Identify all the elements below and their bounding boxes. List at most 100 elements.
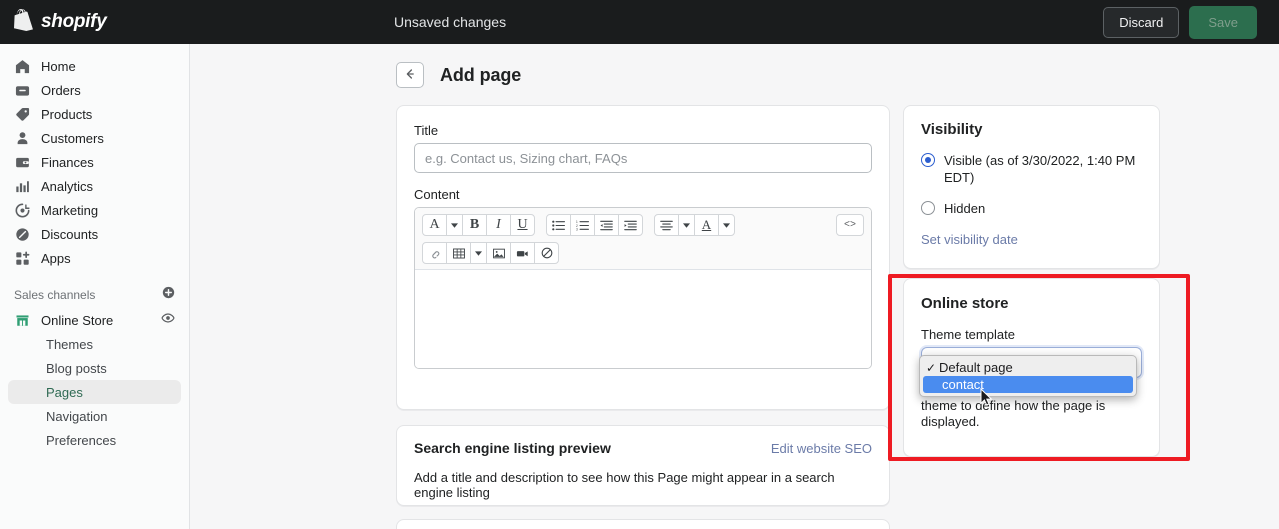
- visibility-card-title: Visibility: [921, 121, 983, 138]
- content-field-label: Content: [414, 187, 460, 202]
- sidebar-label: Analytics: [41, 178, 94, 194]
- list-group: 123: [546, 214, 643, 236]
- sidebar-item-online-store[interactable]: Online Store: [8, 308, 181, 332]
- sidebar-label: Orders: [41, 82, 81, 98]
- sidebar-item-pages[interactable]: Pages: [8, 380, 181, 404]
- radio-hidden[interactable]: [921, 201, 935, 215]
- sidebar-label: Finances: [41, 154, 94, 170]
- clear-formatting-button[interactable]: [534, 242, 559, 264]
- sidebar-item-customers[interactable]: Customers: [8, 126, 181, 150]
- insert-table-button[interactable]: [446, 242, 471, 264]
- radio-hidden-label: Hidden: [944, 201, 986, 216]
- insert-group: [422, 242, 559, 264]
- shopify-logo[interactable]: shopify: [14, 8, 174, 36]
- orders-icon: [14, 82, 31, 99]
- sidebar-item-navigation[interactable]: Navigation: [8, 404, 181, 428]
- align-color-group: A: [654, 214, 735, 236]
- numbered-list-button[interactable]: 123: [570, 214, 595, 236]
- seo-description: Add a title and description to see how t…: [414, 470, 835, 500]
- dropdown-option-contact[interactable]: contact: [923, 376, 1133, 393]
- theme-template-dropdown-menu: ✓ Default page contact: [919, 355, 1137, 397]
- shopify-bag-icon: [14, 8, 34, 36]
- sidebar-item-marketing[interactable]: Marketing: [8, 198, 181, 222]
- sidebar-label: Marketing: [41, 202, 99, 218]
- visibility-option-hidden[interactable]: Hidden: [921, 200, 1142, 217]
- sidebar-item-finances[interactable]: Finances: [8, 150, 181, 174]
- html-code-button[interactable]: <>: [836, 214, 864, 236]
- megaphone-icon: [14, 202, 31, 219]
- dropdown-option-default-page[interactable]: ✓ Default page: [920, 359, 1136, 376]
- sidebar-label: Discounts: [41, 226, 99, 242]
- discard-button[interactable]: Discard: [1103, 7, 1180, 38]
- radio-visible[interactable]: [921, 153, 935, 167]
- sidebar-item-discounts[interactable]: Discounts: [8, 222, 181, 246]
- eye-icon[interactable]: [161, 311, 175, 330]
- text-color-button[interactable]: A: [694, 214, 719, 236]
- topbar-actions: Discard Save: [1103, 6, 1257, 39]
- insert-link-button[interactable]: [422, 242, 447, 264]
- toolbar-row-1: A B I U 1 2 3 A <>: [422, 214, 864, 236]
- storefront-icon: [14, 312, 31, 329]
- visibility-card: Visibility Visible (as of 3/30/2022, 1:4…: [903, 105, 1160, 269]
- align-caret-icon[interactable]: [678, 214, 695, 236]
- bold-button[interactable]: B: [462, 214, 487, 236]
- shopify-admin-page: shopify Unsaved changes Discard Save Hom…: [0, 0, 1279, 529]
- outdent-button[interactable]: [594, 214, 619, 236]
- sidebar-item-preferences[interactable]: Preferences: [8, 428, 181, 452]
- sidebar-item-blog-posts[interactable]: Blog posts: [8, 356, 181, 380]
- discount-icon: [14, 226, 31, 243]
- unsaved-changes-status: Unsaved changes: [394, 14, 507, 30]
- sidebar-item-apps[interactable]: Apps: [8, 246, 181, 270]
- plus-circle-icon[interactable]: [162, 286, 175, 304]
- table-caret-icon[interactable]: [470, 242, 487, 264]
- theme-template-label: Theme template: [921, 327, 1015, 342]
- sidebar-item-themes[interactable]: Themes: [8, 332, 181, 356]
- underline-button[interactable]: U: [510, 214, 535, 236]
- page-title: Add page: [440, 64, 522, 85]
- person-icon: [14, 130, 31, 147]
- sales-channels-header: Sales channels: [14, 286, 175, 304]
- insert-video-button[interactable]: [510, 242, 535, 264]
- font-style-button[interactable]: A: [422, 214, 447, 236]
- sidebar-item-analytics[interactable]: Analytics: [8, 174, 181, 198]
- wallet-icon: [14, 154, 31, 171]
- edit-website-seo-link[interactable]: Edit website SEO: [771, 441, 872, 456]
- font-style-group: A B I U: [422, 214, 535, 236]
- brand-name: shopify: [41, 11, 107, 32]
- sidebar-label: Customers: [41, 130, 104, 146]
- seo-card-title: Search engine listing preview: [414, 440, 611, 456]
- svg-text:3: 3: [576, 227, 578, 230]
- visibility-option-visible[interactable]: Visible (as of 3/30/2022, 1:40 PM EDT): [921, 152, 1142, 186]
- home-icon: [14, 58, 31, 75]
- tag-icon: [14, 106, 31, 123]
- bulleted-list-button[interactable]: [546, 214, 571, 236]
- dropdown-option-label: Default page: [939, 360, 1013, 375]
- sales-channels-label: Sales channels: [14, 288, 96, 302]
- radio-visible-label: Visible (as of 3/30/2022, 1:40 PM EDT): [944, 153, 1136, 185]
- text-color-caret-icon[interactable]: [718, 214, 735, 236]
- font-style-caret-icon[interactable]: [446, 214, 463, 236]
- save-button[interactable]: Save: [1189, 6, 1257, 39]
- title-input[interactable]: [414, 143, 872, 173]
- sidebar-item-orders[interactable]: Orders: [8, 78, 181, 102]
- insert-image-button[interactable]: [486, 242, 511, 264]
- rich-text-editor: A B I U 1 2 3 A <>: [414, 207, 872, 369]
- back-button[interactable]: [396, 62, 424, 88]
- italic-button[interactable]: I: [486, 214, 511, 236]
- sidebar-label: Online Store: [41, 312, 114, 328]
- toolbar-row-2: [422, 242, 864, 264]
- checkmark-icon: ✓: [926, 360, 937, 375]
- sidebar-label: Products: [41, 106, 93, 122]
- bar-chart-icon: [14, 178, 31, 195]
- editor-content-area[interactable]: [415, 270, 871, 368]
- title-field-label: Title: [414, 123, 439, 138]
- set-visibility-date-link[interactable]: Set visibility date: [921, 232, 1018, 247]
- sidebar-item-products[interactable]: Products: [8, 102, 181, 126]
- sidebar-label: Apps: [41, 250, 71, 266]
- indent-button[interactable]: [618, 214, 643, 236]
- align-button[interactable]: [654, 214, 679, 236]
- online-store-card-title: Online store: [921, 295, 1009, 312]
- sidebar-label: Home: [41, 58, 76, 74]
- top-bar: shopify Unsaved changes Discard Save: [0, 0, 1279, 44]
- sidebar-item-home[interactable]: Home: [8, 54, 181, 78]
